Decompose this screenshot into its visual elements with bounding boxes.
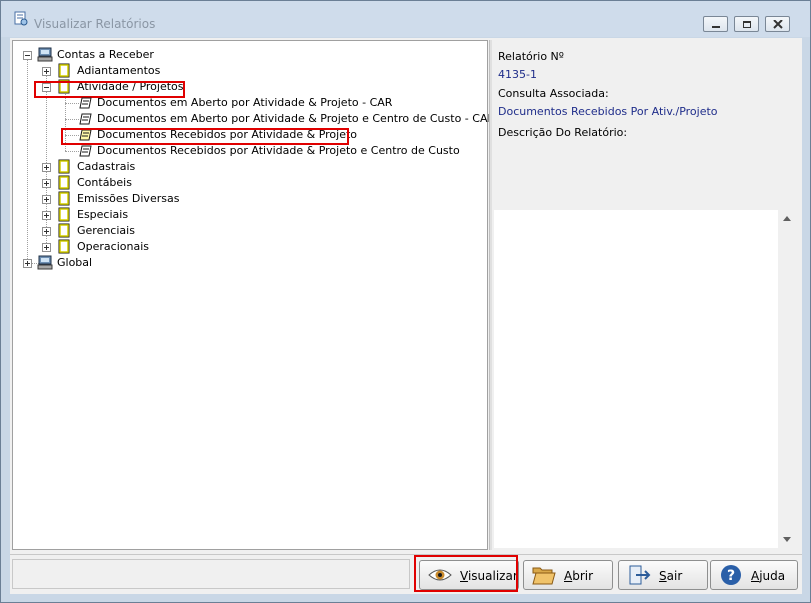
tree-node-adiantamentos[interactable]: Adiantamentos	[40, 63, 240, 79]
collapse-toggle[interactable]	[23, 51, 32, 60]
tree-report-item[interactable]: Documentos em Aberto por Atividade & Pro…	[79, 95, 399, 111]
help-button[interactable]: ? Ajuda	[710, 560, 798, 590]
exit-button-label: Sair	[659, 569, 683, 583]
tree-node-label: Contas a Receber	[57, 48, 154, 61]
tree-node-label: Cadastrais	[77, 160, 136, 173]
folder-book-icon	[58, 239, 70, 254]
open-folder-icon	[532, 567, 556, 585]
report-viewer-window: Visualizar Relatórios Contas a Receber A…	[0, 0, 811, 603]
minimize-icon	[712, 26, 720, 28]
description-scrollbar[interactable]	[779, 210, 795, 548]
tree-node-contas-a-receber[interactable]: Contas a Receber	[21, 47, 221, 63]
open-button[interactable]: Abrir	[523, 560, 613, 590]
description-label: Descrição Do Relatório:	[498, 126, 628, 139]
restore-icon	[743, 21, 751, 28]
report-app-icon	[14, 11, 28, 26]
exit-door-icon	[629, 565, 651, 585]
maximize-button[interactable]	[734, 16, 759, 32]
tree-node-cadastrais[interactable]: Cadastrais	[40, 159, 240, 175]
tree-node-especiais[interactable]: Especiais	[40, 207, 240, 223]
report-number-label: Relatório Nº	[498, 50, 564, 63]
exit-button[interactable]: Sair	[618, 560, 708, 590]
tree-node-gerenciais[interactable]: Gerenciais	[40, 223, 240, 239]
title-bar[interactable]: Visualizar Relatórios	[1, 1, 810, 37]
report-doc-icon	[79, 97, 92, 109]
help-button-label: Ajuda	[751, 569, 786, 583]
computer-icon	[37, 255, 53, 270]
tree-node-label: Documentos em Aberto por Atividade & Pro…	[97, 112, 496, 125]
tree-node-label: Adiantamentos	[77, 64, 161, 77]
tree-node-label: Contábeis	[77, 176, 132, 189]
folder-book-icon	[58, 175, 70, 190]
expand-toggle[interactable]	[42, 211, 51, 220]
svg-text:?: ?	[727, 568, 735, 584]
tree-node-label: Operacionais	[77, 240, 150, 253]
report-info-panel: Relatório Nº 4135-1 Consulta Associada: …	[492, 40, 798, 550]
minimize-button[interactable]	[703, 16, 728, 32]
folder-book-icon	[58, 159, 70, 174]
tree-node-operacionais[interactable]: Operacionais	[40, 239, 240, 255]
close-icon	[773, 20, 783, 29]
window-title: Visualizar Relatórios	[34, 17, 156, 31]
report-tree[interactable]: Contas a Receber Adiantamentos Atividade…	[12, 40, 495, 550]
tree-node-label: Documentos Recebidos por Atividade & Pro…	[97, 144, 460, 157]
close-button[interactable]	[765, 16, 790, 32]
tree-node-label: Especiais	[77, 208, 129, 221]
folder-book-icon	[58, 207, 70, 222]
tree-report-item[interactable]: Documentos Recebidos por Atividade & Pro…	[79, 143, 479, 159]
tree-report-item[interactable]: Documentos em Aberto por Atividade & Pro…	[79, 111, 495, 127]
folder-book-icon	[58, 63, 70, 78]
computer-icon	[37, 47, 53, 62]
scroll-down-icon[interactable]	[783, 537, 791, 542]
query-value: Documentos Recebidos Por Ativ./Projeto	[498, 105, 718, 118]
query-label: Consulta Associada:	[498, 87, 609, 100]
tree-node-emissoes-diversas[interactable]: Emissões Diversas	[40, 191, 240, 207]
expand-toggle[interactable]	[42, 243, 51, 252]
expand-toggle[interactable]	[42, 67, 51, 76]
status-strip	[12, 559, 410, 589]
tree-node-label: Emissões Diversas	[77, 192, 180, 205]
folder-book-icon	[58, 191, 70, 206]
help-icon: ?	[721, 565, 741, 585]
report-doc-icon	[79, 145, 92, 157]
expand-toggle[interactable]	[42, 179, 51, 188]
tree-node-contabeis[interactable]: Contábeis	[40, 175, 240, 191]
description-box[interactable]	[494, 210, 778, 548]
folder-book-icon	[58, 223, 70, 238]
expand-toggle[interactable]	[42, 227, 51, 236]
highlight-box-view-button	[414, 555, 518, 592]
tree-node-label: Global	[57, 256, 93, 269]
button-bar: Visualizar Abrir Sair ? Ajuda	[10, 554, 802, 594]
scroll-up-icon[interactable]	[783, 216, 791, 221]
tree-node-label: Documentos em Aberto por Atividade & Pro…	[97, 96, 393, 109]
tree-node-global[interactable]: Global	[21, 255, 221, 271]
report-number-value: 4135-1	[498, 68, 537, 81]
expand-toggle[interactable]	[23, 259, 32, 268]
report-doc-icon	[79, 113, 92, 125]
open-button-label: Abrir	[564, 569, 594, 583]
client-area: Contas a Receber Adiantamentos Atividade…	[10, 38, 802, 594]
expand-toggle[interactable]	[42, 195, 51, 204]
expand-toggle[interactable]	[42, 163, 51, 172]
tree-node-label: Gerenciais	[77, 224, 135, 237]
